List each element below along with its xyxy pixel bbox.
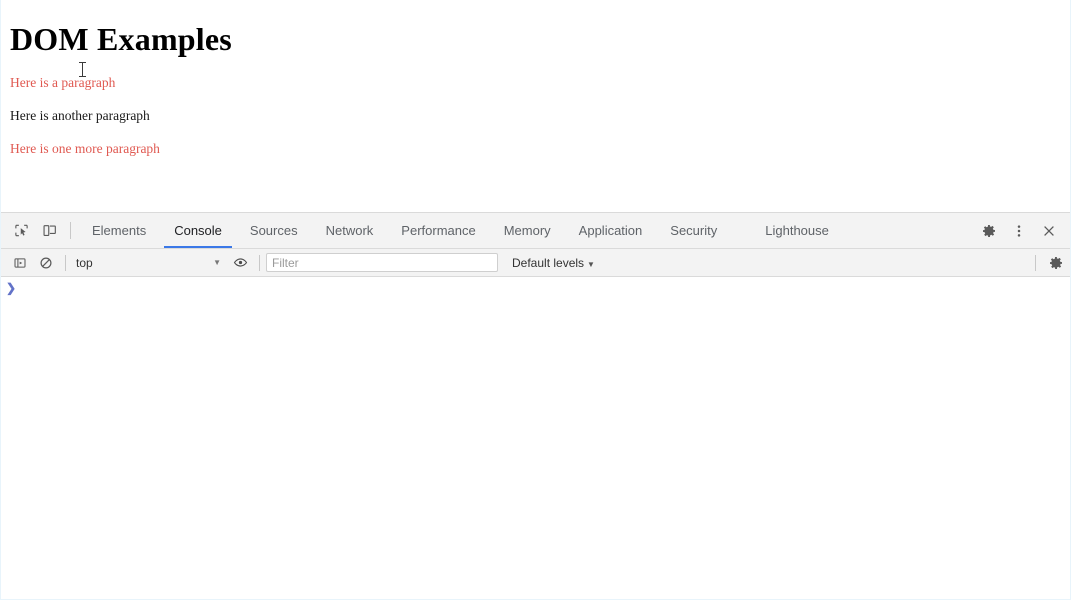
tab-memory[interactable]: Memory [490, 213, 565, 248]
console-context-value: top [76, 255, 93, 270]
tab-sources[interactable]: Sources [236, 213, 312, 248]
console-prompt-row[interactable]: ❯ [1, 277, 1070, 301]
console-toolbar-divider-3 [1035, 254, 1036, 271]
settings-gear-icon[interactable] [974, 213, 1004, 249]
browser-window: DOM Examples Here is a paragraph Here is… [0, 0, 1071, 600]
chevron-down-icon: ▼ [587, 259, 595, 269]
more-options-icon[interactable] [1004, 213, 1034, 249]
paragraph-3: Here is one more paragraph [10, 141, 160, 157]
inspect-element-icon[interactable] [7, 213, 35, 248]
paragraph-1: Here is a paragraph [10, 75, 116, 90]
console-levels-selector[interactable]: Default levels ▼ [512, 256, 595, 270]
devtools-panel: Elements Console Sources Network Perform… [1, 212, 1070, 599]
page-title: DOM Examples [10, 21, 232, 57]
paragraph-2: Here is another paragraph [10, 108, 150, 124]
devtools-actions [974, 213, 1070, 248]
devtools-tabbar: Elements Console Sources Network Perform… [1, 213, 1070, 249]
clear-console-icon[interactable] [33, 249, 59, 277]
console-filter-input[interactable] [266, 253, 498, 272]
close-devtools-icon[interactable] [1034, 213, 1064, 249]
tab-console[interactable]: Console [160, 213, 236, 248]
device-toolbar-icon[interactable] [35, 213, 63, 248]
console-toolbar: top ▼ Default levels▼ [1, 249, 1070, 277]
console-settings-icon[interactable] [1042, 249, 1070, 277]
tab-application[interactable]: Application [565, 213, 657, 248]
devtools-tab-list: Elements Console Sources Network Perform… [78, 213, 974, 248]
console-context-selector[interactable]: top ▼ [72, 253, 227, 273]
console-toolbar-divider-2 [259, 254, 260, 271]
tab-lighthouse[interactable]: Lighthouse [751, 213, 843, 248]
console-output[interactable]: ❯ [1, 277, 1070, 599]
chevron-down-icon: ▼ [213, 258, 221, 267]
console-levels-label: Default levels [512, 255, 585, 270]
tab-network[interactable]: Network [312, 213, 388, 248]
live-expression-eye-icon[interactable] [227, 249, 253, 277]
page-viewport: DOM Examples Here is a paragraph Here is… [1, 0, 1070, 212]
console-prompt-icon: ❯ [5, 281, 17, 295]
console-sidebar-icon[interactable] [7, 249, 33, 277]
tab-elements[interactable]: Elements [78, 213, 160, 248]
tab-security[interactable]: Security [656, 213, 731, 248]
tab-performance[interactable]: Performance [387, 213, 489, 248]
toolbar-divider [70, 222, 71, 239]
console-toolbar-divider-1 [65, 254, 66, 271]
console-prompt-input[interactable] [21, 281, 1070, 297]
